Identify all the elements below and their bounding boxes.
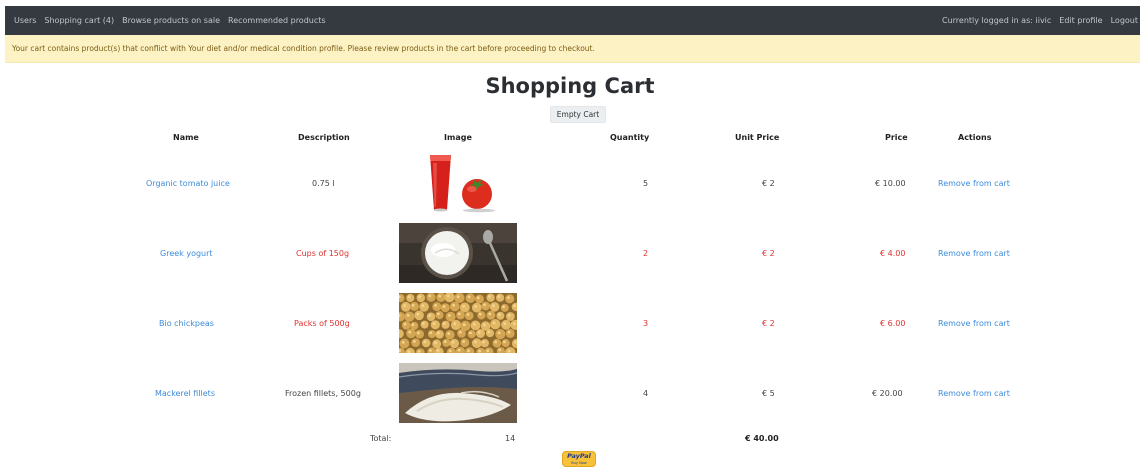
paypal-caption: Buy Now bbox=[571, 461, 587, 465]
product-price: € 4.00 bbox=[880, 249, 906, 258]
column-header-image: Image bbox=[444, 133, 472, 142]
column-header-price: Price bbox=[885, 133, 908, 142]
logged-in-user-text: Currently logged in as: iivic bbox=[941, 16, 1052, 25]
tomato-juice-image bbox=[399, 153, 517, 213]
nav-recommended-link[interactable]: Recommended products bbox=[228, 16, 326, 25]
edit-profile-link[interactable]: Edit profile bbox=[1059, 16, 1102, 25]
product-unit-price: € 2 bbox=[762, 179, 775, 188]
product-quantity: 5 bbox=[643, 179, 649, 188]
product-unit-price: € 2 bbox=[762, 319, 775, 328]
product-name-link[interactable]: Bio chickpeas bbox=[159, 319, 214, 328]
remove-from-cart-link[interactable]: Remove from cart bbox=[938, 319, 1010, 328]
product-description: Frozen fillets, 500g bbox=[285, 389, 361, 398]
product-unit-price: € 2 bbox=[762, 249, 775, 258]
column-header-quantity: Quantity bbox=[610, 133, 650, 142]
empty-cart-button[interactable]: Empty Cart bbox=[550, 106, 606, 123]
nav-left: Users Shopping cart (4) Browse products … bbox=[14, 6, 334, 35]
product-name-link[interactable]: Organic tomato juice bbox=[146, 179, 230, 188]
nav-right: Currently logged in as: iivic Edit profi… bbox=[942, 6, 1140, 35]
chickpeas-image bbox=[399, 293, 517, 353]
product-description: Cups of 150g bbox=[296, 249, 350, 258]
mackerel-fillets-image bbox=[399, 363, 517, 423]
product-description: 0.75 l bbox=[312, 179, 335, 188]
nav-users-link[interactable]: Users bbox=[14, 16, 36, 25]
column-header-actions: Actions bbox=[958, 133, 992, 142]
nav-shopping-cart-link[interactable]: Shopping cart (4) bbox=[44, 16, 114, 25]
remove-from-cart-link[interactable]: Remove from cart bbox=[938, 249, 1010, 258]
column-header-unit-price: Unit Price bbox=[735, 133, 780, 142]
diet-conflict-alert: Your cart contains product(s) that confl… bbox=[5, 35, 1140, 63]
top-navbar: Users Shopping cart (4) Browse products … bbox=[5, 6, 1140, 35]
total-quantity: 14 bbox=[505, 434, 516, 443]
nav-sale-products-link[interactable]: Browse products on sale bbox=[122, 16, 220, 25]
product-name-link[interactable]: Greek yogurt bbox=[160, 249, 213, 258]
greek-yogurt-image bbox=[399, 223, 517, 283]
remove-from-cart-link[interactable]: Remove from cart bbox=[938, 389, 1010, 398]
product-price: € 10.00 bbox=[875, 179, 906, 188]
logout-link[interactable]: Logout bbox=[1111, 16, 1138, 25]
product-quantity: 4 bbox=[643, 389, 649, 398]
product-unit-price: € 5 bbox=[762, 389, 775, 398]
total-label: Total: bbox=[370, 434, 392, 443]
paypal-brand: PayPal bbox=[567, 452, 591, 460]
product-quantity: 2 bbox=[643, 249, 649, 258]
column-header-description: Description bbox=[298, 133, 350, 142]
product-name-link[interactable]: Mackerel fillets bbox=[155, 389, 215, 398]
product-price: € 20.00 bbox=[872, 389, 903, 398]
column-header-name: Name bbox=[173, 133, 199, 142]
remove-from-cart-link[interactable]: Remove from cart bbox=[938, 179, 1010, 188]
product-description: Packs of 500g bbox=[294, 319, 350, 328]
paypal-buy-now-button[interactable]: PayPal Buy Now bbox=[562, 451, 596, 467]
total-price: € 40.00 bbox=[745, 434, 779, 443]
product-quantity: 3 bbox=[643, 319, 649, 328]
page-title: Shopping Cart bbox=[485, 74, 655, 98]
product-price: € 6.00 bbox=[880, 319, 906, 328]
